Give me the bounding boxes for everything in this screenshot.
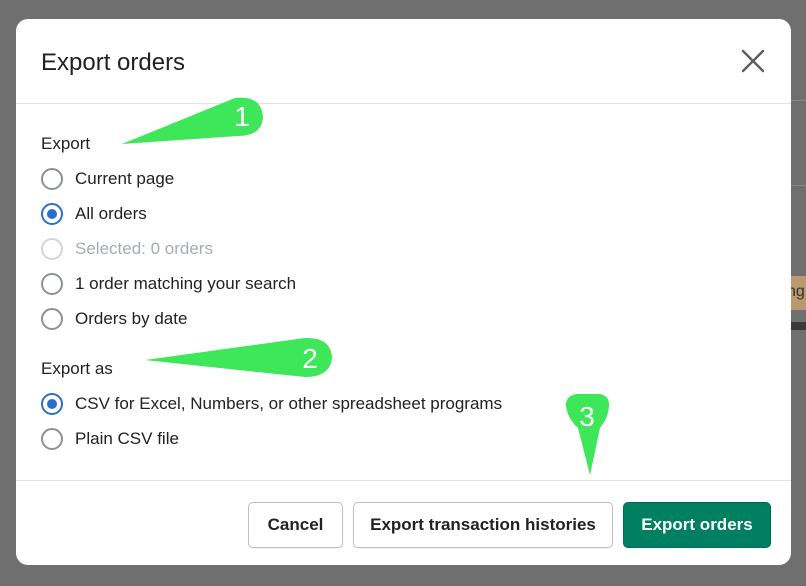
- close-icon: [741, 49, 765, 73]
- cancel-button[interactable]: Cancel: [248, 502, 343, 548]
- radio-csv-excel[interactable]: CSV for Excel, Numbers, or other spreads…: [41, 391, 502, 417]
- radio-label: 1 order matching your search: [75, 274, 297, 293]
- radio-label: All orders: [75, 204, 147, 223]
- radio-button[interactable]: [41, 168, 63, 190]
- export-orders-modal: Export orders Export Current page All or…: [16, 19, 791, 565]
- export-orders-button[interactable]: Export orders: [623, 502, 771, 548]
- background-badge: ng: [791, 276, 806, 310]
- radio-label: Current page: [75, 169, 175, 188]
- radio-button[interactable]: [41, 428, 63, 450]
- radio-orders-by-date[interactable]: Orders by date: [41, 306, 187, 332]
- radio-all-orders[interactable]: All orders: [41, 201, 147, 227]
- radio-label: Selected: 0 orders: [75, 239, 213, 258]
- background-divider: [791, 185, 806, 186]
- radio-label: Plain CSV file: [75, 429, 179, 448]
- export-section-label: Export: [41, 134, 91, 153]
- export-as-section-label: Export as: [41, 359, 113, 378]
- modal-header: Export orders: [16, 19, 791, 104]
- radio-button[interactable]: [41, 308, 63, 330]
- export-transaction-histories-button[interactable]: Export transaction histories: [353, 502, 613, 548]
- radio-selected-orders: Selected: 0 orders: [41, 236, 213, 262]
- radio-label: CSV for Excel, Numbers, or other spreads…: [75, 394, 503, 413]
- close-button[interactable]: [738, 46, 768, 76]
- radio-button[interactable]: [41, 273, 63, 295]
- background-bar: [791, 322, 806, 330]
- radio-matching-search[interactable]: 1 order matching your search: [41, 271, 296, 297]
- radio-button: [41, 238, 63, 260]
- radio-plain-csv[interactable]: Plain CSV file: [41, 426, 179, 452]
- modal-title: Export orders: [41, 49, 186, 76]
- radio-label: Orders by date: [75, 309, 188, 328]
- radio-button[interactable]: [41, 393, 63, 415]
- modal-footer: Cancel Export transaction histories Expo…: [16, 480, 791, 565]
- background-badge-text: ng: [791, 283, 805, 300]
- radio-button[interactable]: [41, 203, 63, 225]
- background-divider: [791, 100, 806, 101]
- radio-current-page[interactable]: Current page: [41, 166, 174, 192]
